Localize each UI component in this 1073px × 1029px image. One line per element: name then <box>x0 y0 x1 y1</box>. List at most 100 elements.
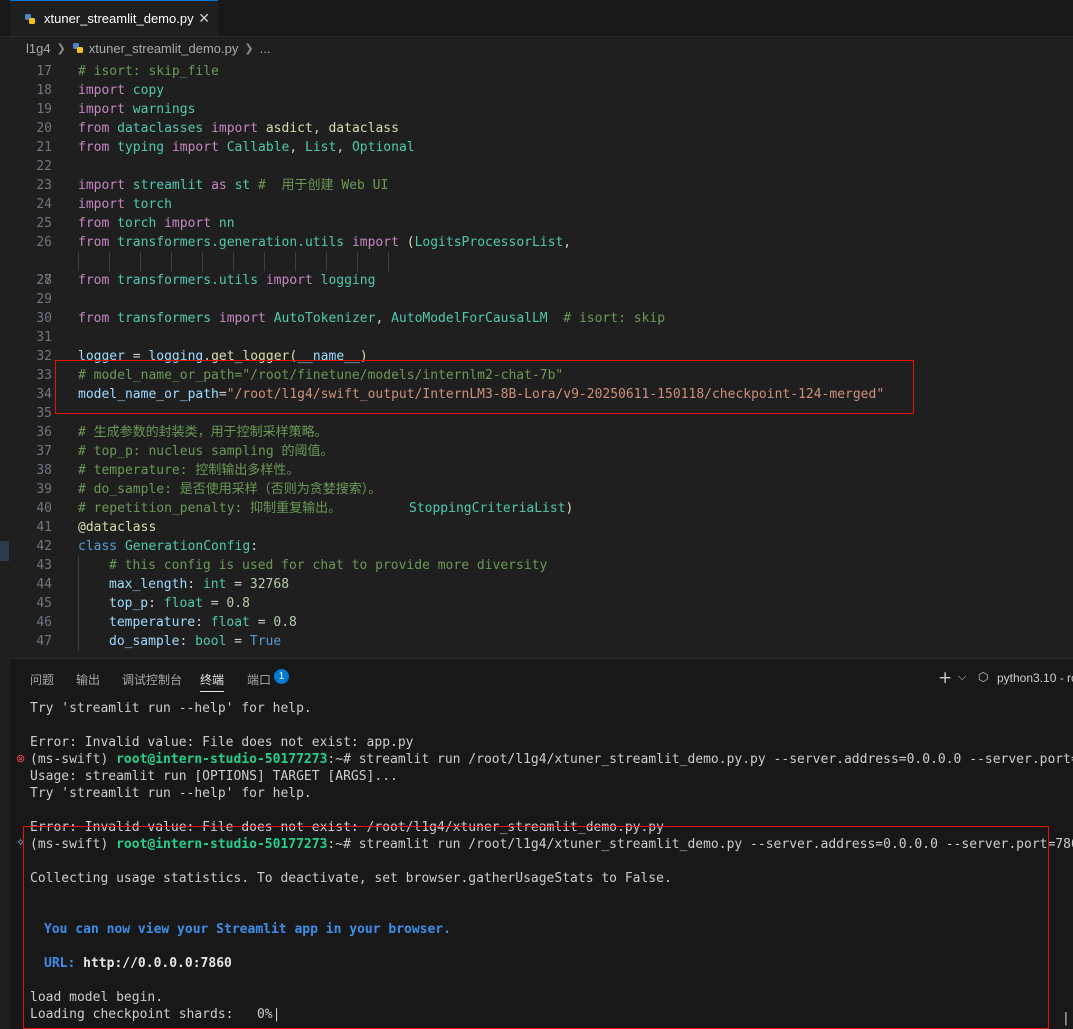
code-editor[interactable]: 17 # isort: skip_file 18 import copy 19 imp… <box>0 61 1073 657</box>
code-token: : <box>179 634 196 649</box>
code-token: logging <box>320 273 376 288</box>
tab-debug-console[interactable]: 调试控制台 <box>122 671 182 688</box>
code-token: , <box>312 121 329 136</box>
code-token: # do_sample: 是否使用采样（否则为贪婪搜索）。 <box>78 482 382 497</box>
code-token: copy <box>132 83 165 98</box>
indent-guide <box>78 594 79 613</box>
line-number: 28 <box>36 273 52 288</box>
command-error-icon[interactable]: ⊗ <box>16 752 25 765</box>
indent-guide <box>202 252 203 271</box>
indent-guide <box>326 252 327 271</box>
code-token: ( <box>406 235 415 250</box>
code-token: torch <box>132 197 172 212</box>
code-token: = <box>202 596 227 611</box>
code-token: , <box>289 140 306 155</box>
code-token: nn <box>218 216 235 231</box>
breadcrumb-more[interactable]: ... <box>260 41 271 56</box>
tab-problems[interactable]: 问题 <box>30 671 54 688</box>
breadcrumb-folder[interactable]: l1g4 <box>26 41 51 56</box>
line-number: 47 <box>36 634 52 649</box>
code-token: 32768 <box>249 577 290 592</box>
terminal-profile-icon: ⬡ <box>978 670 989 684</box>
indent-guide <box>78 632 79 651</box>
tab-xtuner-streamlit-demo[interactable]: xtuner_streamlit_demo.py ✕ <box>10 0 218 36</box>
code-token: float <box>163 596 203 611</box>
code-token: = <box>249 615 274 630</box>
indent-guide <box>78 575 79 594</box>
code-token: , <box>375 311 392 326</box>
code-line: 45 top_p: float = 0.8 <box>0 594 1073 613</box>
code-line: 26 from transformers.generation.utils imp… <box>0 233 1073 252</box>
highlight-box-terminal-output <box>23 826 1049 1029</box>
code-line: 17 # isort: skip_file <box>0 62 1073 81</box>
terminal-line: Try 'streamlit run --help' for help. <box>30 786 312 801</box>
code-line: 23 import streamlit as st # 用于创建 Web UI <box>0 176 1073 195</box>
code-token: max_length <box>109 577 188 592</box>
code-token: from <box>78 216 110 231</box>
code-line: 31 <box>0 328 1073 347</box>
code-token: import <box>218 311 266 326</box>
indent-guide <box>78 613 79 632</box>
tab-ports[interactable]: 端口 <box>247 671 271 688</box>
line-number: 24 <box>36 197 52 212</box>
code-token: : <box>187 577 203 592</box>
code-line: 38 # temperature: 控制输出多样性。 <box>0 461 1073 480</box>
breadcrumb-file[interactable]: xtuner_streamlit_demo.py <box>89 41 239 56</box>
code-token: from <box>78 311 110 326</box>
tab-terminal[interactable]: 终端 <box>200 671 225 692</box>
code-token: from <box>78 273 110 288</box>
code-token: # 用于创建 Web UI <box>258 178 389 193</box>
terminal-line: Error: Invalid value: File does not exis… <box>30 735 414 750</box>
line-number: 44 <box>36 577 52 592</box>
line-number: 25 <box>36 216 52 231</box>
line-number: 34 <box>36 387 52 402</box>
highlight-box-model-path <box>55 360 914 414</box>
code-token: # top_p: nucleus sampling 的阈值。 <box>78 444 334 459</box>
prompt-user: root@intern-studio-50177273 <box>116 752 328 767</box>
code-token: from <box>78 121 110 136</box>
line-number: 40 <box>36 501 52 516</box>
code-token: : <box>195 615 211 630</box>
code-token: # 生成参数的封装类，用于控制采样策略。 <box>78 425 328 440</box>
line-number: 20 <box>36 121 52 136</box>
code-token: import <box>164 216 212 231</box>
code-token: GenerationConfig <box>124 539 251 554</box>
close-tab-icon[interactable]: ✕ <box>198 11 210 27</box>
line-number: 41 <box>36 520 52 535</box>
code-token: bool <box>195 634 227 649</box>
line-number: 37 <box>36 444 52 459</box>
line-number: 19 <box>36 102 52 117</box>
code-token: import <box>78 178 125 193</box>
code-token: Optional <box>351 140 415 155</box>
code-token: = <box>226 634 250 649</box>
code-token: Callable <box>226 140 290 155</box>
code-token: do_sample <box>109 634 180 649</box>
python-file-icon <box>25 13 35 24</box>
chevron-down-icon[interactable]: ⌵ <box>958 670 966 684</box>
indent-guide <box>264 252 265 271</box>
code-token: : <box>148 596 164 611</box>
progress-bar-tail: | 0 <box>1062 1011 1070 1026</box>
code-token: LogitsProcessorList <box>414 235 564 250</box>
code-token: transformers.generation.utils <box>117 235 345 250</box>
prompt-env: (ms-swift) <box>30 752 117 767</box>
code-line: 44 max_length: int = 32768 <box>0 575 1073 594</box>
terminal-instance-name[interactable]: python3.10 - ro <box>997 671 1073 685</box>
line-number: 43 <box>36 558 52 573</box>
line-number: 31 <box>36 330 52 345</box>
tab-output[interactable]: 输出 <box>76 671 100 688</box>
new-terminal-button[interactable]: + <box>938 668 952 688</box>
code-token: typing <box>117 140 165 155</box>
line-number: 36 <box>36 425 52 440</box>
code-line: 27 StoppingCriteriaList) <box>0 252 1073 516</box>
code-token: # isort: skip_file <box>78 64 219 79</box>
code-token: True <box>249 634 282 649</box>
line-number: 23 <box>36 178 52 193</box>
code-token: import <box>171 140 219 155</box>
code-token: : <box>250 539 259 554</box>
code-token: from <box>78 235 110 250</box>
code-token: import <box>351 235 399 250</box>
line-number: 42 <box>36 539 52 554</box>
code-line: 25 from torch import nn <box>0 214 1073 233</box>
code-token: # this config is used for chat to provid… <box>109 558 548 573</box>
